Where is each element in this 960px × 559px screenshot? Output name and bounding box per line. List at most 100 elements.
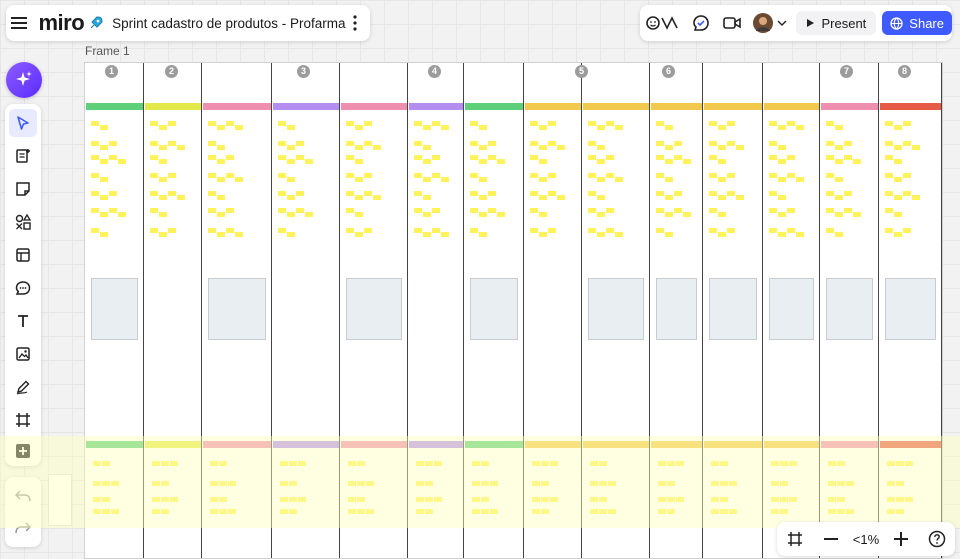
sticky-note[interactable] bbox=[787, 208, 795, 213]
sticky-note[interactable] bbox=[152, 509, 160, 514]
sticky-note[interactable] bbox=[606, 228, 614, 233]
column-header[interactable] bbox=[341, 103, 407, 110]
sticky-note[interactable] bbox=[727, 191, 735, 196]
sticky-note[interactable] bbox=[278, 155, 286, 160]
sticky-note[interactable] bbox=[150, 155, 158, 160]
column-header[interactable] bbox=[880, 441, 941, 448]
sticky-note[interactable] bbox=[532, 497, 540, 502]
sticky-note[interactable] bbox=[470, 208, 478, 213]
sticky-note[interactable] bbox=[93, 481, 101, 486]
column-number-badge[interactable]: 8 bbox=[898, 65, 911, 78]
sticky-note[interactable] bbox=[894, 159, 902, 164]
sticky-note[interactable] bbox=[835, 125, 843, 130]
sticky-note[interactable] bbox=[470, 141, 478, 146]
column-header[interactable] bbox=[764, 441, 819, 448]
sticky-note[interactable] bbox=[590, 481, 598, 486]
sticky-note[interactable] bbox=[894, 145, 902, 150]
sticky-note[interactable] bbox=[168, 121, 176, 126]
screenshot-thumbnail[interactable] bbox=[656, 278, 697, 340]
sticky-note[interactable] bbox=[470, 191, 478, 196]
sticky-note[interactable] bbox=[357, 461, 365, 466]
sticky-note[interactable] bbox=[530, 141, 538, 146]
sticky-note[interactable] bbox=[667, 509, 675, 514]
sticky-note[interactable] bbox=[152, 481, 160, 486]
sticky-note[interactable] bbox=[718, 125, 726, 130]
sticky-note[interactable] bbox=[150, 228, 158, 233]
sticky-note[interactable] bbox=[885, 121, 893, 126]
column-header[interactable] bbox=[704, 103, 762, 110]
sticky-note[interactable] bbox=[423, 195, 431, 200]
chevron-down-icon[interactable] bbox=[776, 9, 789, 37]
sticky-note[interactable] bbox=[787, 173, 795, 178]
screenshot-thumbnail[interactable] bbox=[769, 278, 814, 340]
user-avatar[interactable] bbox=[751, 9, 776, 37]
sticky-note[interactable] bbox=[481, 497, 489, 502]
sticky-note[interactable] bbox=[348, 497, 356, 502]
sticky-note[interactable] bbox=[91, 173, 99, 178]
sticky-note[interactable] bbox=[597, 232, 605, 237]
sticky-note[interactable] bbox=[896, 481, 904, 486]
sticky-note[interactable] bbox=[548, 141, 556, 146]
sticky-note[interactable] bbox=[168, 173, 176, 178]
sticky-note[interactable] bbox=[826, 155, 834, 160]
sticky-note[interactable] bbox=[711, 461, 719, 466]
sticky-note[interactable] bbox=[150, 121, 158, 126]
sticky-note[interactable] bbox=[532, 461, 540, 466]
sticky-note[interactable] bbox=[109, 208, 117, 213]
sticky-note[interactable] bbox=[835, 145, 843, 150]
sticky-note[interactable] bbox=[615, 177, 623, 182]
column-header[interactable] bbox=[86, 103, 143, 110]
sticky-note[interactable] bbox=[912, 145, 920, 150]
sticky-note[interactable] bbox=[658, 461, 666, 466]
sticky-note[interactable] bbox=[835, 195, 843, 200]
sticky-note[interactable] bbox=[152, 461, 160, 466]
sticky-note[interactable] bbox=[208, 228, 216, 233]
sticky-note[interactable] bbox=[100, 159, 108, 164]
chat-icon[interactable] bbox=[688, 9, 713, 37]
sticky-note[interactable] bbox=[885, 208, 893, 213]
sticky-note[interactable] bbox=[490, 481, 498, 486]
sticky-note[interactable] bbox=[210, 461, 218, 466]
sticky-note[interactable] bbox=[736, 195, 744, 200]
sticky-note[interactable] bbox=[720, 481, 728, 486]
sticky-note[interactable] bbox=[720, 509, 728, 514]
frame-title[interactable]: Frame 1 bbox=[85, 44, 130, 58]
sticky-note[interactable] bbox=[789, 461, 797, 466]
sticky-note[interactable] bbox=[434, 461, 442, 466]
sticky-note[interactable] bbox=[228, 509, 236, 514]
screenshot-thumbnail[interactable] bbox=[709, 278, 757, 340]
sticky-note[interactable] bbox=[826, 141, 834, 146]
sticky-note[interactable] bbox=[208, 121, 216, 126]
sticky-note[interactable] bbox=[346, 191, 354, 196]
sticky-note[interactable] bbox=[656, 228, 664, 233]
sticky-note[interactable] bbox=[709, 155, 717, 160]
sticky-note[interactable] bbox=[150, 173, 158, 178]
sticky-note[interactable] bbox=[727, 121, 735, 126]
sticky-note[interactable] bbox=[210, 509, 218, 514]
sticky-note[interactable] bbox=[835, 159, 843, 164]
sticky-note[interactable] bbox=[488, 155, 496, 160]
sticky-note[interactable] bbox=[615, 125, 623, 130]
sticky-note[interactable] bbox=[887, 461, 895, 466]
sticky-note[interactable] bbox=[497, 159, 505, 164]
sticky-note[interactable] bbox=[210, 481, 218, 486]
sticky-note[interactable] bbox=[896, 509, 904, 514]
sticky-note[interactable] bbox=[423, 232, 431, 237]
present-button[interactable]: Present bbox=[796, 11, 877, 35]
sticky-note[interactable] bbox=[100, 212, 108, 217]
sticky-note[interactable] bbox=[287, 125, 295, 130]
sticky-note[interactable] bbox=[355, 212, 363, 217]
sticky-note[interactable] bbox=[769, 173, 777, 178]
sticky-note[interactable] bbox=[432, 121, 440, 126]
sticky-note[interactable] bbox=[780, 509, 788, 514]
sticky-note[interactable] bbox=[727, 141, 735, 146]
sticky-note[interactable] bbox=[219, 461, 227, 466]
sticky-note[interactable] bbox=[226, 173, 234, 178]
sticky-note[interactable] bbox=[177, 145, 185, 150]
zoom-level[interactable]: <1% bbox=[853, 532, 879, 547]
sticky-note[interactable] bbox=[432, 228, 440, 233]
sticky-note[interactable] bbox=[91, 121, 99, 126]
sticky-note[interactable] bbox=[346, 155, 354, 160]
sticky-note[interactable] bbox=[711, 497, 719, 502]
sticky-note[interactable] bbox=[91, 208, 99, 213]
